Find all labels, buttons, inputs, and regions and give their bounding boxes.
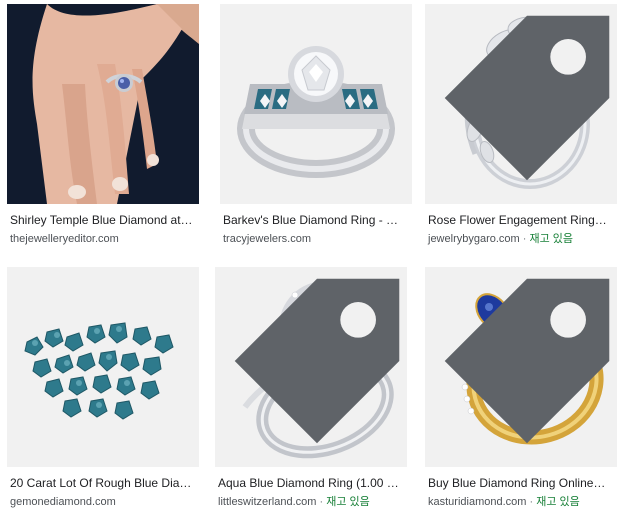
result-thumbnail[interactable] bbox=[215, 267, 407, 467]
result-thumbnail[interactable] bbox=[7, 4, 199, 204]
result-source-line[interactable]: littleswitzerland.com · 재고 있음 bbox=[215, 495, 407, 509]
result-source: thejewelleryeditor.com bbox=[10, 233, 119, 245]
result-source-line[interactable]: gemonediamond.com bbox=[7, 495, 199, 509]
product-tag-icon bbox=[234, 278, 400, 444]
result-source: littleswitzerland.com bbox=[218, 496, 317, 508]
result-source-line[interactable]: jewelrybygaro.com · 재고 있음 bbox=[425, 232, 617, 246]
result-title[interactable]: Rose Flower Engagement Ring… bbox=[425, 213, 617, 228]
result-source: gemonediamond.com bbox=[10, 496, 116, 508]
result-thumbnail[interactable] bbox=[425, 267, 617, 467]
product-tag-icon bbox=[444, 15, 610, 181]
image-result-card[interactable]: 20 Carat Lot Of Rough Blue Dia… gemonedi… bbox=[7, 267, 199, 515]
in-stock-label: 재고 있음 bbox=[536, 496, 580, 508]
result-source: jewelrybygaro.com bbox=[428, 233, 520, 245]
result-thumbnail[interactable] bbox=[7, 267, 199, 467]
separator: · bbox=[316, 496, 327, 508]
blue-diamond-band-ring-icon bbox=[220, 4, 412, 204]
result-thumbnail[interactable] bbox=[425, 4, 617, 204]
image-result-card[interactable]: Barkev's Blue Diamond Ring - … tracyjewe… bbox=[220, 4, 412, 254]
image-result-card[interactable]: Shirley Temple Blue Diamond at… thejewel… bbox=[7, 4, 199, 254]
result-source-line[interactable]: tracyjewelers.com bbox=[220, 232, 412, 246]
result-title[interactable]: Shirley Temple Blue Diamond at… bbox=[7, 213, 199, 228]
image-result-card[interactable]: Aqua Blue Diamond Ring (1.00 … littleswi… bbox=[215, 267, 407, 515]
in-stock-label: 재고 있음 bbox=[326, 496, 370, 508]
image-results-grid: Shirley Temple Blue Diamond at… thejewel… bbox=[0, 0, 619, 515]
image-result-card[interactable]: Buy Blue Diamond Ring Online… kasturidia… bbox=[425, 267, 617, 515]
result-source-line[interactable]: thejewelleryeditor.com bbox=[7, 232, 199, 246]
result-thumbnail[interactable] bbox=[220, 4, 412, 204]
result-source: tracyjewelers.com bbox=[223, 233, 312, 245]
separator: · bbox=[526, 496, 537, 508]
result-title[interactable]: Aqua Blue Diamond Ring (1.00 … bbox=[215, 476, 407, 491]
product-tag-icon bbox=[444, 278, 610, 444]
result-source-line[interactable]: kasturidiamond.com · 재고 있음 bbox=[425, 495, 617, 509]
hand-with-ring-icon bbox=[7, 4, 199, 204]
image-result-card[interactable]: Rose Flower Engagement Ring… jewelrybyga… bbox=[425, 4, 617, 254]
result-source: kasturidiamond.com bbox=[428, 496, 527, 508]
result-title[interactable]: Buy Blue Diamond Ring Online… bbox=[425, 476, 617, 491]
in-stock-label: 재고 있음 bbox=[529, 233, 574, 245]
result-title[interactable]: Barkev's Blue Diamond Ring - … bbox=[220, 213, 412, 228]
rough-blue-diamonds-icon bbox=[7, 267, 199, 467]
result-title[interactable]: 20 Carat Lot Of Rough Blue Dia… bbox=[7, 476, 199, 491]
